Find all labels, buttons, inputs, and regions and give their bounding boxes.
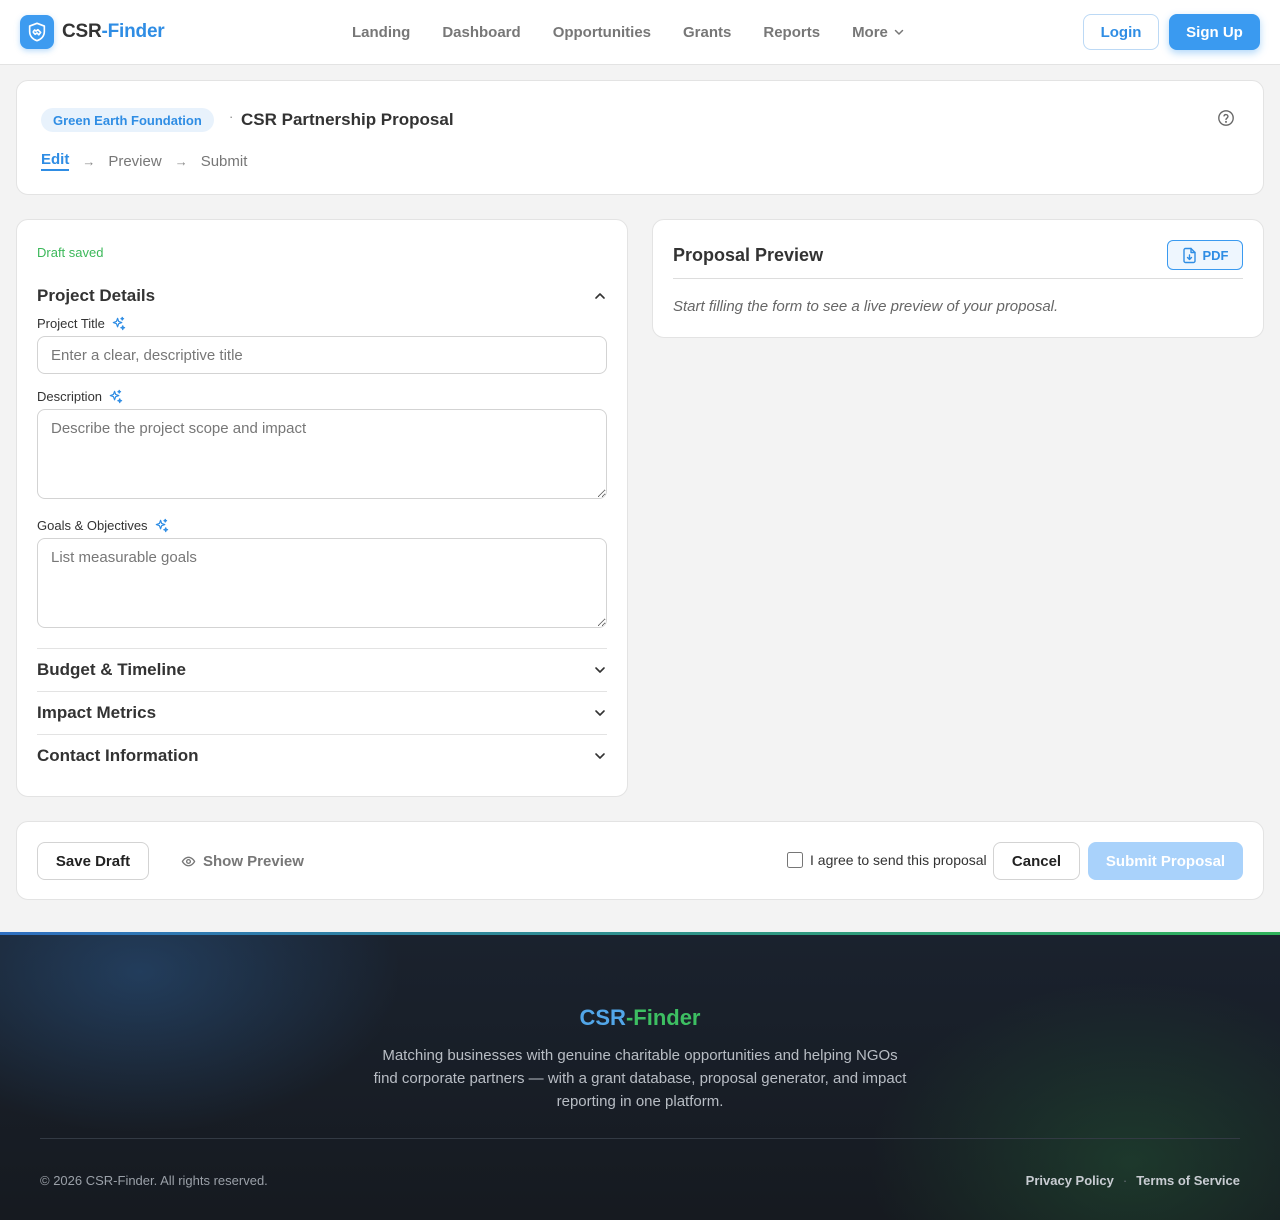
download-pdf-button[interactable]: PDF [1167, 240, 1243, 270]
section-title: Contact Information [37, 746, 199, 765]
project-title-label: Project Title [37, 316, 126, 331]
organization-badge[interactable]: Green Earth Foundation [41, 108, 214, 132]
description-textarea[interactable] [37, 409, 607, 499]
chevron-down-icon [894, 29, 904, 35]
section-impact-metrics[interactable]: Impact Metrics [37, 703, 607, 723]
project-title-input[interactable] [37, 336, 607, 374]
step-edit[interactable]: Edit [41, 151, 70, 171]
draft-status: Draft saved [37, 245, 104, 260]
proposal-preview-card: Proposal Preview PDF Start filling the f… [652, 219, 1264, 338]
nav-link-opportunities[interactable]: Opportunities [537, 24, 667, 41]
agree-checkbox[interactable] [787, 852, 803, 868]
proposal-form-card: Draft saved Project Details Project Titl… [16, 219, 628, 797]
section-budget-timeline[interactable]: Budget & Timeline [37, 660, 607, 680]
step-arrow-icon: → [82, 153, 96, 169]
nav-link-landing[interactable]: Landing [336, 24, 426, 41]
footer-accent-line [0, 932, 1280, 935]
ai-sparkle-icon[interactable] [108, 389, 123, 404]
nav-more-dropdown[interactable]: More [836, 24, 921, 41]
nav-more-label: More [852, 23, 888, 41]
site-footer: CSR-Finder Matching businesses with genu… [0, 932, 1280, 1220]
description-label: Description [37, 389, 123, 404]
nav-link-grants[interactable]: Grants [667, 24, 747, 41]
section-divider [37, 734, 607, 735]
chevron-down-icon [595, 753, 605, 759]
chevron-up-icon [595, 293, 605, 299]
footer-brand: CSR-Finder [579, 1005, 701, 1030]
save-draft-button[interactable]: Save Draft [37, 842, 149, 880]
nav-link-reports[interactable]: Reports [747, 24, 836, 41]
chevron-down-icon [595, 710, 605, 716]
section-divider [37, 691, 607, 692]
page-title: CSR Partnership Proposal [241, 110, 454, 129]
footer-description: Matching businesses with genuine charita… [373, 1047, 907, 1110]
cancel-button[interactable]: Cancel [993, 842, 1080, 880]
footer-link-separator: · [1122, 1173, 1128, 1188]
ai-sparkle-icon[interactable] [154, 518, 169, 533]
step-preview[interactable]: Preview [108, 153, 161, 170]
section-title: Project Details [37, 286, 156, 305]
main-nav: Landing Dashboard Opportunities Grants R… [336, 0, 921, 64]
preview-empty-message: Start filling the form to see a live pre… [673, 298, 1059, 315]
nav-link-dashboard[interactable]: Dashboard [426, 24, 536, 41]
show-preview-button[interactable]: Show Preview [181, 842, 304, 880]
privacy-policy-link[interactable]: Privacy Policy [1026, 1173, 1114, 1188]
preview-divider [673, 278, 1243, 279]
footer-divider [40, 1138, 1240, 1139]
agree-label: I agree to send this proposal [810, 852, 987, 868]
login-button[interactable]: Login [1083, 14, 1159, 50]
handshake-shield-icon [20, 15, 54, 49]
file-download-icon [1182, 247, 1196, 263]
goals-textarea[interactable] [37, 538, 607, 628]
preview-title: Proposal Preview [673, 245, 824, 265]
eye-icon [181, 856, 196, 866]
form-action-bar: Save Draft Show Preview I agree to send … [16, 821, 1264, 900]
submit-proposal-button[interactable]: Submit Proposal [1088, 842, 1243, 880]
section-title: Impact Metrics [37, 703, 157, 722]
title-separator: · [229, 109, 234, 124]
section-divider [37, 648, 607, 649]
proposal-stepper: Edit → Preview → Submit [41, 151, 247, 171]
signup-button[interactable]: Sign Up [1169, 14, 1260, 50]
step-submit[interactable]: Submit [201, 153, 248, 170]
goals-label: Goals & Objectives [37, 518, 169, 533]
proposal-header-card: Green Earth Foundation · CSR Partnership… [16, 80, 1264, 195]
section-contact-information[interactable]: Contact Information [37, 746, 607, 766]
chevron-down-icon [595, 667, 605, 673]
terms-of-service-link[interactable]: Terms of Service [1136, 1173, 1240, 1188]
copyright-text: © 2026 CSR-Finder. All rights reserved. [40, 1173, 268, 1188]
brand-name: CSR-Finder [62, 21, 165, 42]
help-circle-icon[interactable] [1217, 109, 1235, 127]
agree-checkbox-row[interactable]: I agree to send this proposal [787, 852, 987, 868]
step-arrow-icon: → [174, 153, 188, 169]
section-project-details[interactable]: Project Details [37, 286, 607, 306]
ai-sparkle-icon[interactable] [111, 316, 126, 331]
top-navigation-bar: CSR-Finder Landing Dashboard Opportuniti… [0, 0, 1280, 65]
show-preview-label: Show Preview [203, 852, 304, 870]
footer-links: Privacy Policy · Terms of Service [1026, 1173, 1240, 1188]
pdf-label: PDF [1202, 247, 1229, 263]
brand-logo[interactable]: CSR-Finder [20, 15, 165, 49]
section-title: Budget & Timeline [37, 660, 186, 679]
